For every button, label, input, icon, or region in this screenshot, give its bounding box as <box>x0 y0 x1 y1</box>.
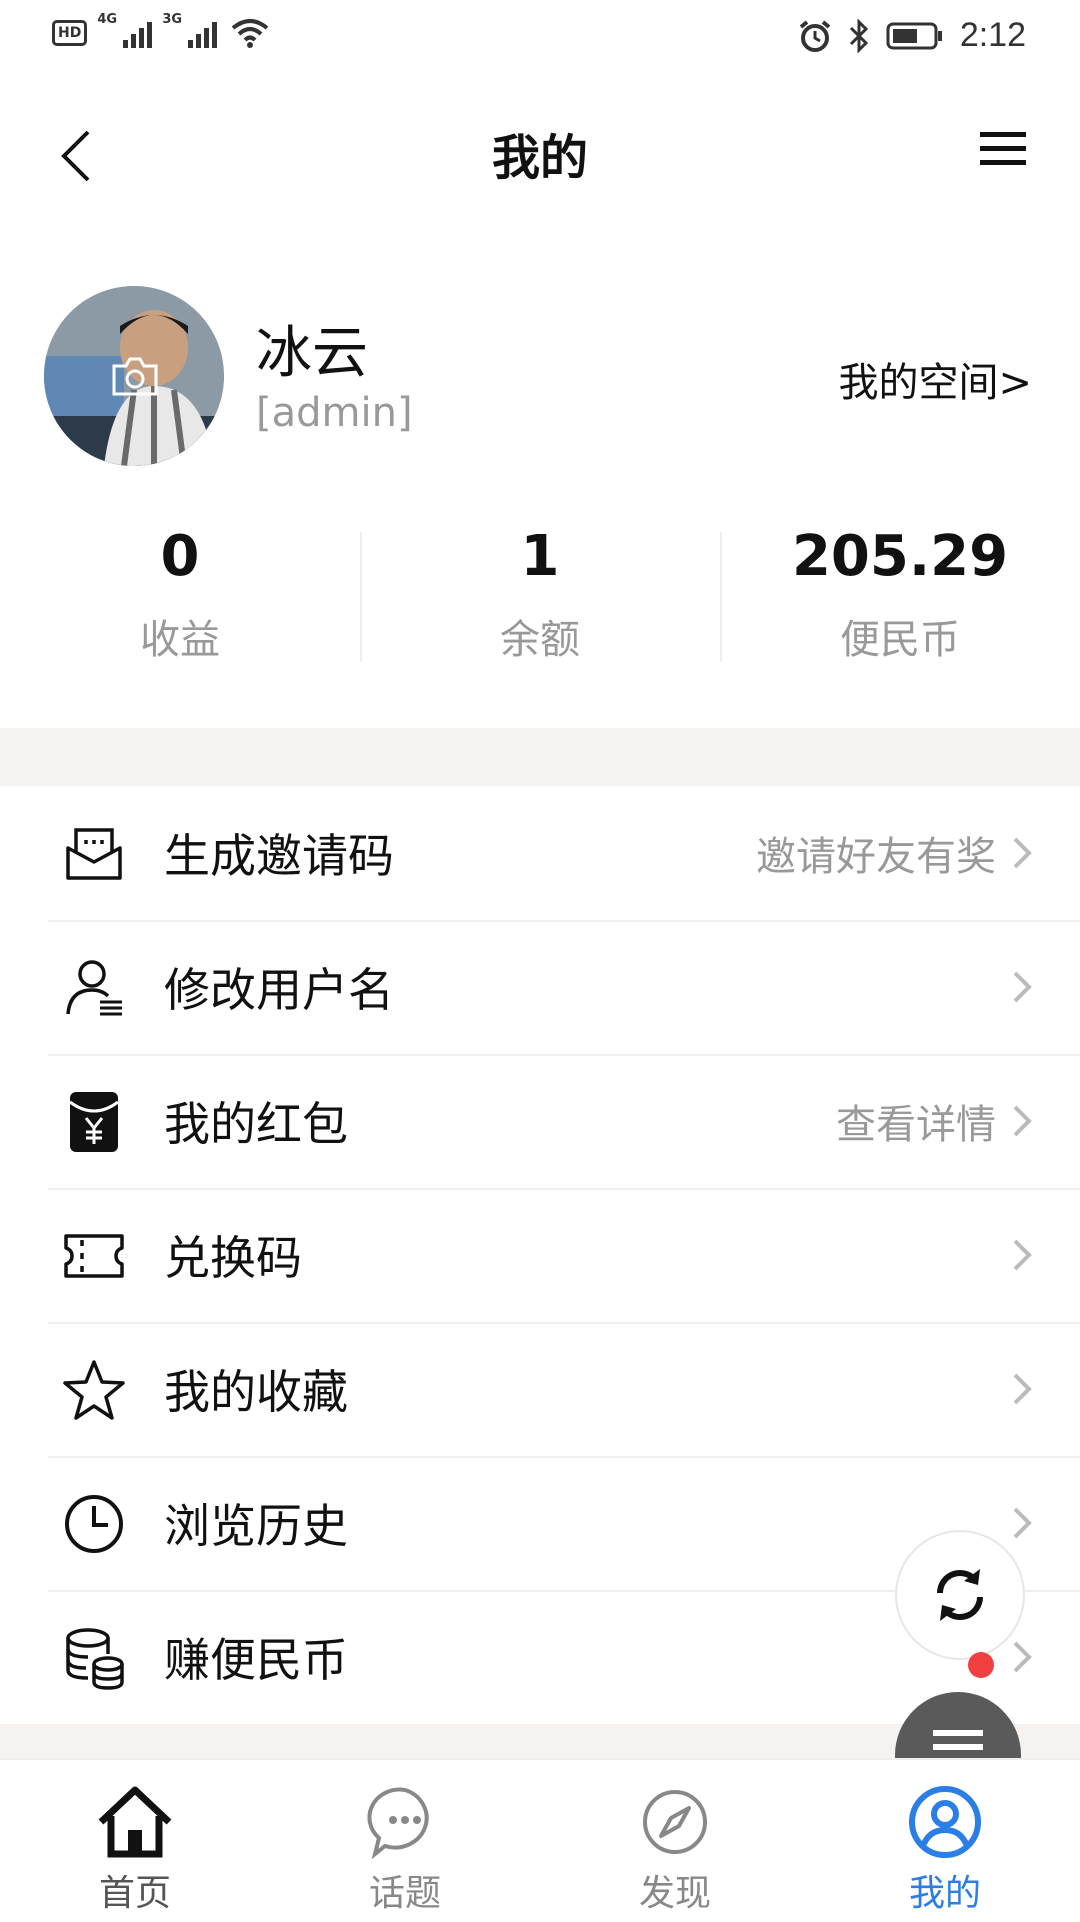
bottom-tab-bar: 首页 话题 发现 我的 <box>0 1758 1080 1922</box>
stat-value: 0 <box>160 524 200 589</box>
menu-item-invite-code[interactable]: 生成邀请码 邀请好友有奖 <box>0 786 1080 920</box>
menu-item-change-username[interactable]: 修改用户名 <box>0 920 1080 1054</box>
menu-hint: 查看详情 <box>836 1102 996 1148</box>
refresh-icon <box>937 1569 983 1621</box>
stat-balance[interactable]: 1 余额 <box>360 518 720 678</box>
user-circle-icon <box>909 1786 981 1858</box>
compass-icon <box>643 1790 707 1854</box>
user-role: [admin] <box>256 390 413 436</box>
stat-label: 收益 <box>140 617 220 663</box>
menu-item-red-packet[interactable]: 我的红包 查看详情 <box>0 1054 1080 1188</box>
clock-icon <box>65 1495 123 1553</box>
hd-icon: HD <box>52 20 88 46</box>
menu-label: 赚便民币 <box>164 1633 348 1687</box>
tab-mine[interactable]: 我的 <box>810 1760 1080 1922</box>
tab-label: 发现 <box>638 1873 711 1914</box>
tab-label: 首页 <box>98 1873 171 1914</box>
menu-label: 兑换码 <box>164 1231 302 1285</box>
camera-icon[interactable] <box>110 354 160 398</box>
menu-label: 我的红包 <box>164 1097 348 1151</box>
tab-label: 话题 <box>368 1873 441 1914</box>
stat-label: 便民币 <box>840 617 960 663</box>
tab-discover[interactable]: 发现 <box>540 1760 810 1922</box>
status-indicators: HD 4G 3G <box>52 12 269 48</box>
coins-icon <box>66 1628 124 1690</box>
stats-row: 0 收益 1 余额 205.29 便民币 <box>0 518 1080 678</box>
menu-label: 修改用户名 <box>164 963 394 1017</box>
alarm-icon <box>799 19 831 52</box>
menu-label: 浏览历史 <box>164 1499 348 1553</box>
stat-earnings[interactable]: 0 收益 <box>0 518 360 678</box>
notification-dot <box>968 1652 994 1678</box>
my-space-link[interactable]: 我的空间> <box>838 350 1032 408</box>
chevron-right-icon <box>1013 1239 1032 1271</box>
profile-card: 冰云 [admin] 我的空间> 0 收益 1 余额 205.29 便民币 <box>0 228 1080 728</box>
tab-home[interactable]: 首页 <box>0 1760 270 1922</box>
username: 冰云 <box>256 321 368 386</box>
stat-value: 205.29 <box>791 524 1009 589</box>
stat-coins[interactable]: 205.29 便民币 <box>720 518 1080 678</box>
chevron-right-icon <box>1013 837 1032 869</box>
chevron-right-icon <box>1013 971 1032 1003</box>
avatar[interactable] <box>44 286 224 466</box>
chat-icon <box>367 1787 429 1860</box>
user-edit-icon <box>66 960 122 1016</box>
battery-icon <box>886 22 942 49</box>
chevron-right-icon <box>1013 1105 1032 1137</box>
red-packet-icon <box>69 1092 119 1152</box>
stat-label: 余额 <box>500 617 580 663</box>
clock-time: 2:12 <box>959 16 1026 54</box>
status-bar: HD 4G 3G 2:12 <box>0 0 1080 78</box>
chevron-right-icon <box>1013 1507 1032 1539</box>
menu-item-redeem-code[interactable]: 兑换码 <box>0 1188 1080 1322</box>
chevron-right-icon <box>1013 1373 1032 1405</box>
home-icon <box>98 1786 172 1858</box>
refresh-button[interactable] <box>895 1530 1025 1660</box>
tab-label: 我的 <box>908 1873 981 1914</box>
menu-item-favorites[interactable]: 我的收藏 <box>0 1322 1080 1456</box>
menu-label: 生成邀请码 <box>164 829 394 883</box>
wifi-icon <box>232 19 269 48</box>
stat-value: 1 <box>520 524 560 589</box>
tab-topics[interactable]: 话题 <box>270 1760 540 1922</box>
signal-icon-2: 3G <box>162 12 218 48</box>
nav-bar: 我的 <box>0 78 1080 228</box>
menu-label: 我的收藏 <box>164 1365 348 1419</box>
menu-hint: 邀请好友有奖 <box>756 834 996 880</box>
hamburger-menu-icon[interactable] <box>978 128 1028 170</box>
chevron-right-icon <box>1013 1641 1032 1673</box>
ticket-icon <box>64 1234 124 1278</box>
signal-icon-1: 4G <box>97 12 153 48</box>
star-icon <box>63 1360 125 1420</box>
status-right: 2:12 <box>798 16 1026 55</box>
invite-icon <box>66 828 122 880</box>
page-title: 我的 <box>491 130 588 186</box>
section-divider <box>0 728 1080 786</box>
bluetooth-icon <box>849 18 868 53</box>
